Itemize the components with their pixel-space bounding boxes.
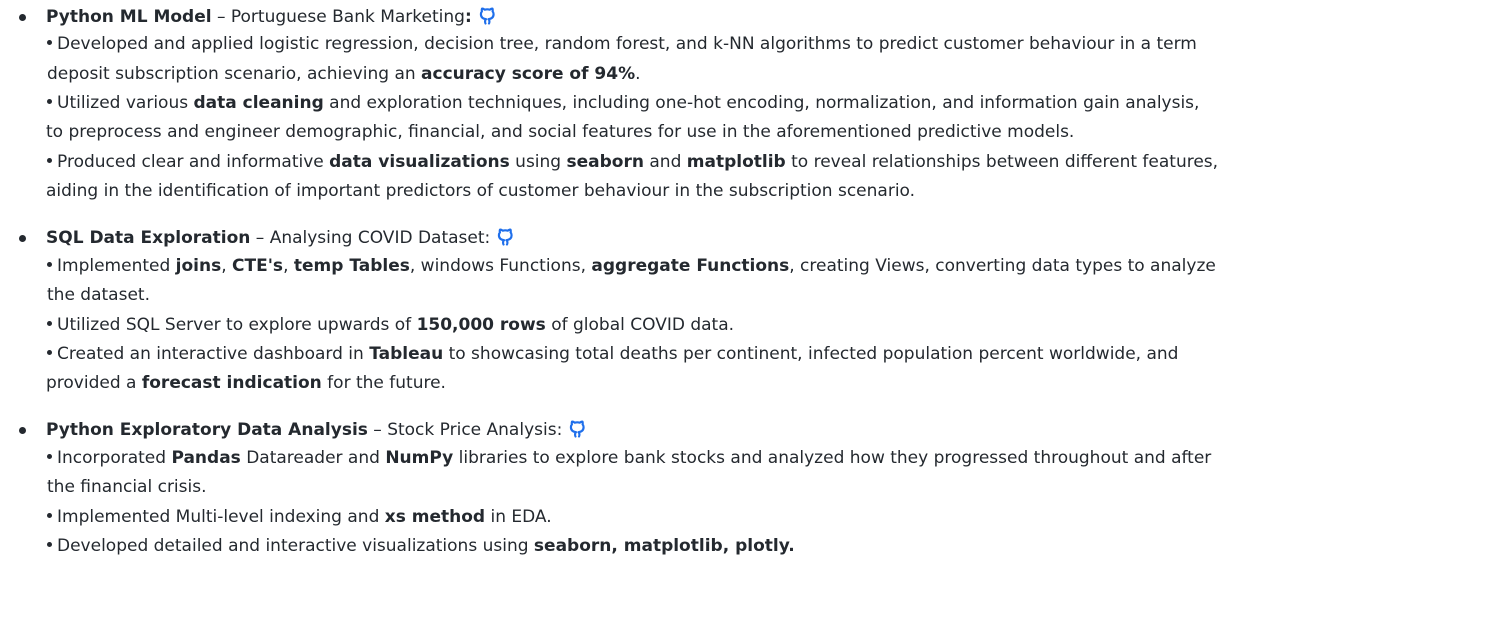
line-text: and bbox=[643, 152, 687, 172]
line-text: in EDA. bbox=[485, 507, 552, 527]
line-highlight: data cleaning bbox=[193, 93, 324, 113]
line-text: Datareader and bbox=[240, 448, 386, 468]
title-separator: – bbox=[211, 7, 231, 27]
line-text: aiding in the identification of importan… bbox=[46, 181, 916, 201]
sub-bullet-icon bbox=[47, 321, 52, 326]
sub-bullet-icon bbox=[47, 350, 52, 355]
line-text: , bbox=[221, 256, 233, 276]
line-text: Developed detailed and interactive visua… bbox=[57, 536, 534, 556]
list-item: Implemented joins, CTE's, temp Tables, w… bbox=[47, 254, 1216, 278]
line-text: provided a bbox=[46, 373, 142, 393]
github-icon[interactable] bbox=[478, 6, 498, 26]
line-text: and exploration techniques, including on… bbox=[323, 93, 1200, 113]
list-item: Developed detailed and interactive visua… bbox=[47, 534, 795, 558]
line-highlight: accuracy score of 94% bbox=[421, 64, 636, 84]
list-item: aiding in the identification of importan… bbox=[46, 179, 915, 203]
line-highlight: matplotlib bbox=[686, 152, 786, 172]
line-highlight: 150,000 rows bbox=[416, 315, 546, 335]
bullet-icon bbox=[19, 235, 26, 242]
line-text: to preprocess and engineer demographic, … bbox=[46, 122, 1075, 142]
line-text: the dataset. bbox=[47, 285, 150, 305]
project-title-line: SQL Data Exploration – Analysing COVID D… bbox=[46, 226, 516, 250]
list-item: Implemented Multi-level indexing and xs … bbox=[47, 505, 552, 529]
line-text: Developed and applied logistic regressio… bbox=[57, 34, 1197, 54]
title-separator: – bbox=[367, 420, 388, 440]
line-highlight: NumPy bbox=[385, 448, 454, 468]
project-subtitle: Analysing COVID Dataset: bbox=[269, 228, 491, 248]
title-separator: – bbox=[250, 228, 270, 248]
list-item: Utilized SQL Server to explore upwards o… bbox=[47, 313, 734, 337]
line-highlight: temp Tables bbox=[293, 256, 410, 276]
sub-bullet-icon bbox=[47, 158, 52, 163]
list-item: Developed and applied logistic regressio… bbox=[47, 32, 1197, 56]
project-title: Python ML Model bbox=[46, 7, 212, 27]
github-icon[interactable] bbox=[496, 227, 516, 247]
bullet-icon bbox=[19, 14, 26, 21]
line-highlight: seaborn bbox=[566, 152, 644, 172]
line-text: . bbox=[635, 64, 641, 84]
line-highlight: seaborn, matplotlib, plotly. bbox=[533, 536, 795, 556]
line-highlight: Tableau bbox=[369, 344, 444, 364]
list-item: Produced clear and informative data visu… bbox=[47, 150, 1218, 174]
project-title: SQL Data Exploration bbox=[46, 228, 251, 248]
line-highlight: CTE's bbox=[232, 256, 284, 276]
bullet-icon bbox=[19, 427, 26, 434]
line-text: , windows Functions, bbox=[409, 256, 592, 276]
line-text: libraries to explore bank stocks and ana… bbox=[453, 448, 1212, 468]
line-text: deposit subscription scenario, achieving… bbox=[47, 64, 422, 84]
sub-bullet-icon bbox=[47, 542, 52, 547]
list-item: the financial crisis. bbox=[47, 475, 207, 499]
sub-bullet-icon bbox=[47, 454, 52, 459]
list-item: the dataset. bbox=[47, 283, 150, 307]
sub-bullet-icon bbox=[47, 262, 52, 267]
project-subtitle: Portuguese Bank Marketing bbox=[230, 7, 465, 27]
list-item: deposit subscription scenario, achieving… bbox=[47, 62, 641, 86]
line-text: Implemented bbox=[57, 256, 176, 276]
line-text: Implemented Multi-level indexing and bbox=[57, 507, 385, 527]
list-item: provided a forecast indication for the f… bbox=[46, 371, 446, 395]
line-text: of global COVID data. bbox=[545, 315, 735, 335]
line-highlight: aggregate Functions bbox=[591, 256, 790, 276]
line-text: , bbox=[283, 256, 294, 276]
line-text: Created an interactive dashboard in bbox=[57, 344, 370, 364]
sub-bullet-icon bbox=[47, 513, 52, 518]
project-title: Python Exploratory Data Analysis bbox=[46, 420, 368, 440]
line-highlight: data visualizations bbox=[329, 152, 510, 172]
list-item: Created an interactive dashboard in Tabl… bbox=[47, 342, 1178, 366]
sub-bullet-icon bbox=[47, 99, 52, 104]
line-highlight: joins bbox=[175, 256, 222, 276]
github-icon[interactable] bbox=[568, 419, 588, 439]
sub-bullet-icon bbox=[47, 40, 52, 45]
line-text: , creating Views, converting data types … bbox=[789, 256, 1216, 276]
title-suffix: : bbox=[464, 7, 472, 27]
line-text: for the future. bbox=[321, 373, 446, 393]
line-text: to showcasing total deaths per continent… bbox=[443, 344, 1179, 364]
line-text: Utilized various bbox=[57, 93, 194, 113]
line-highlight: xs method bbox=[384, 507, 486, 527]
line-text: using bbox=[509, 152, 567, 172]
line-text: Utilized SQL Server to explore upwards o… bbox=[57, 315, 417, 335]
list-item: to preprocess and engineer demographic, … bbox=[46, 120, 1074, 144]
list-item: Utilized various data cleaning and explo… bbox=[47, 91, 1199, 115]
line-highlight: Pandas bbox=[171, 448, 241, 468]
project-title-line: Python ML Model – Portuguese Bank Market… bbox=[46, 5, 498, 29]
project-subtitle: Stock Price Analysis: bbox=[387, 420, 563, 440]
line-text: to reveal relationships between differen… bbox=[785, 152, 1219, 172]
line-text: Incorporated bbox=[57, 448, 172, 468]
line-highlight: forecast indication bbox=[141, 373, 322, 393]
project-title-line: Python Exploratory Data Analysis – Stock… bbox=[46, 418, 588, 442]
list-item: Incorporated Pandas Datareader and NumPy… bbox=[47, 446, 1211, 470]
line-text: the financial crisis. bbox=[47, 477, 207, 497]
line-text: Produced clear and informative bbox=[57, 152, 330, 172]
